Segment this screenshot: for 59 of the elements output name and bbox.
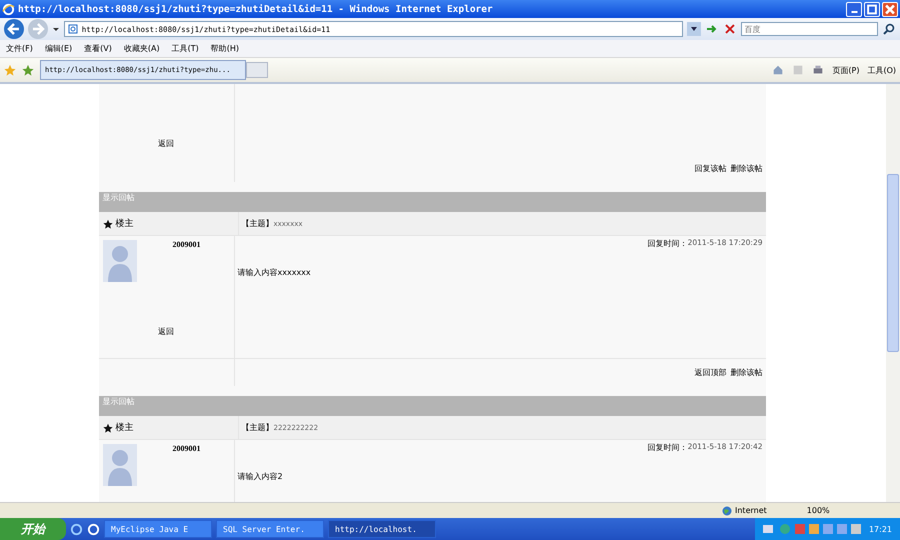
menu-item[interactable]: 编辑(E) — [44, 43, 72, 54]
post-action-link[interactable]: 删除该帖 — [730, 367, 762, 378]
close-button[interactable] — [882, 2, 898, 16]
menu-item[interactable]: 帮助(H) — [210, 43, 239, 54]
post-header-title: 显示回帖 — [102, 193, 134, 202]
start-button[interactable]: 开始 — [0, 518, 66, 540]
toolbar-button[interactable]: 工具(O) — [867, 64, 896, 76]
reply-time-label: 回复时间： — [648, 238, 688, 249]
search-field[interactable]: 百度 — [740, 22, 878, 36]
stop-icon[interactable] — [722, 22, 737, 36]
star-icon[interactable] — [4, 64, 16, 76]
menu-item[interactable]: 查看(V) — [84, 43, 112, 54]
back-link[interactable]: 返回 — [158, 138, 174, 148]
window-title: http://localhost:8080/ssj1/zhuti?type=zhutiDetail&id=11 - Windows Internet Explorer — [18, 4, 494, 14]
minimize-button[interactable] — [846, 2, 862, 16]
minimize-icon — [850, 10, 858, 12]
toolbar-button[interactable]: 页面(P) — [832, 64, 860, 76]
post-action-link[interactable]: 返回顶部 — [694, 367, 726, 378]
subject-label: 【主题】 — [242, 422, 274, 433]
post-header-title: 显示回帖 — [102, 397, 134, 406]
reply-time-label: 回复时间： — [648, 442, 688, 453]
home-icon[interactable] — [772, 64, 784, 76]
menu-item[interactable]: 收藏夹(A) — [124, 43, 160, 54]
dropdown-icon[interactable] — [686, 22, 701, 36]
avatar-icon — [102, 240, 136, 282]
taskbar-button[interactable]: MyEclipse Java E — [104, 520, 212, 538]
add-favorite-icon[interactable] — [22, 64, 34, 76]
star-icon — [102, 422, 112, 432]
printer-icon[interactable] — [812, 64, 824, 76]
post-content: 请输入内容2 — [238, 471, 284, 482]
user-id: 2009001 — [172, 444, 200, 453]
post-action-link[interactable]: 回复该帖 — [694, 163, 726, 174]
zoom-control[interactable]: 100% — [806, 506, 830, 515]
taskbar-button[interactable]: http://localhost. — [328, 520, 436, 538]
star-icon — [102, 218, 112, 228]
menu-item[interactable]: 文件(F) — [6, 43, 33, 54]
subject-label: 【主题】 — [242, 218, 274, 229]
taskbar-button[interactable]: SQL Server Enter. — [216, 520, 324, 538]
menu-item[interactable]: 工具(T) — [172, 43, 199, 54]
page-icon — [68, 24, 78, 34]
back-button[interactable] — [4, 19, 24, 39]
dropdown-icon[interactable] — [52, 25, 60, 33]
post-action-link[interactable]: 删除该帖 — [730, 163, 762, 174]
zone-indicator: Internet — [735, 506, 767, 515]
maximize-icon — [865, 2, 879, 16]
role-label: 楼主 — [116, 422, 134, 434]
user-id: 2009001 — [172, 240, 200, 249]
avatar-icon — [102, 444, 136, 486]
back-link[interactable]: 返回 — [158, 326, 174, 337]
role-label: 楼主 — [116, 218, 134, 230]
clock: 17:21 — [868, 524, 892, 534]
maximize-button[interactable] — [864, 2, 880, 16]
scrollbar[interactable] — [886, 84, 900, 502]
browser-logo-icon — [2, 2, 15, 16]
close-icon — [883, 2, 897, 16]
globe-icon — [722, 506, 732, 516]
tray-icons-drawing[interactable] — [762, 523, 863, 535]
post-content: 请输入内容xxxxxxx — [238, 267, 312, 278]
search-icon[interactable] — [882, 22, 896, 36]
